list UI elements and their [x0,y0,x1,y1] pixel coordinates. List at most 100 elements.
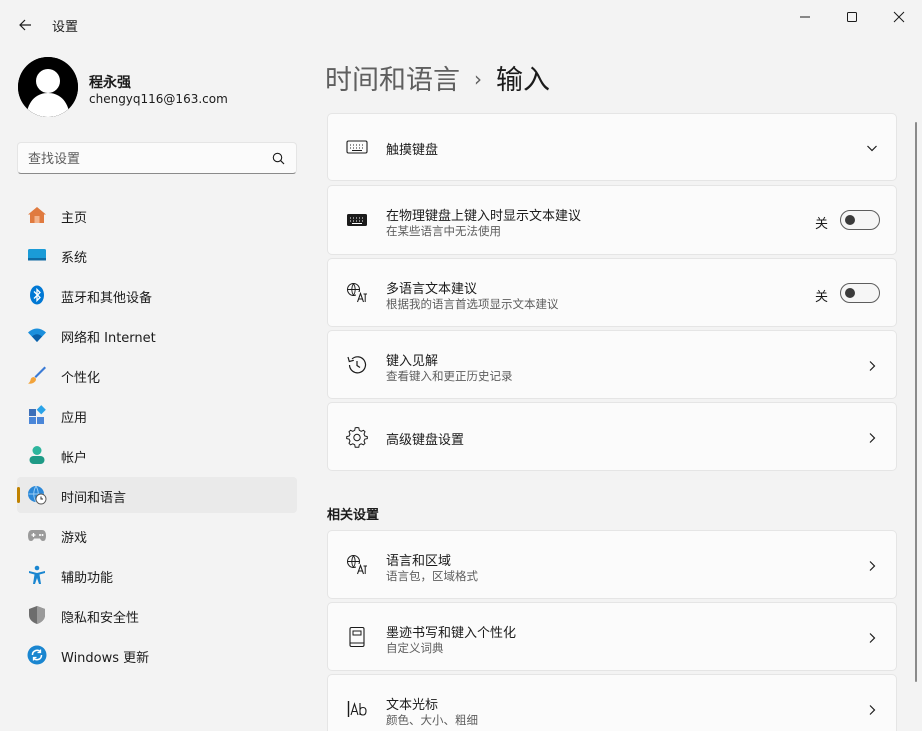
wifi-icon [28,328,46,342]
user-email: chengyq116@163.com [89,92,228,106]
keyboard-outline-icon [346,140,368,154]
physical-keyboard-suggestions-toggle[interactable] [840,210,880,230]
search-box[interactable] [17,142,297,174]
card-title: 高级键盘设置 [386,433,465,448]
sidebar-item-label: 隐私和安全性 [61,611,140,626]
card-subtitle: 查看键入和更正历史记录 [386,369,513,383]
maximize-icon [847,12,857,22]
sidebar-item-personalization[interactable]: 个性化 [17,357,297,393]
card-title: 多语言文本建议 [386,282,478,297]
multilingual-suggestions-card: 多语言文本建议 根据我的语言首选项显示文本建议 关 [327,258,897,327]
sidebar-item-label: 应用 [61,411,88,426]
card-subtitle: 自定义词典 [386,641,444,655]
sidebar-item-home[interactable]: 主页 [17,197,297,233]
active-indicator [17,487,20,503]
touch-keyboard-card[interactable]: 触摸键盘 [327,113,897,181]
close-button[interactable] [876,6,922,28]
sidebar-item-label: 辅助功能 [61,571,114,586]
account-icon [29,446,45,464]
card-subtitle: 在某些语言中无法使用 [386,224,501,238]
breadcrumb-separator: › [474,67,482,91]
brush-icon [28,366,46,384]
breadcrumb: 时间和语言 › 输入 [325,58,550,97]
page-title: 输入 [496,65,550,96]
sidebar-item-label: 网络和 Internet [61,331,156,346]
user-silhouette-icon [18,57,78,117]
home-icon [28,207,46,223]
card-title: 在物理键盘上键入时显示文本建议 [386,209,582,224]
text-cursor-icon [347,701,367,717]
minimize-button[interactable] [782,6,828,28]
chevron-right-icon [869,433,876,443]
card-subtitle: 根据我的语言首选项显示文本建议 [386,297,559,311]
card-title: 键入见解 [386,354,439,369]
advanced-keyboard-settings-card[interactable]: 高级键盘设置 [327,402,897,471]
sidebar-item-label: 主页 [61,211,88,226]
sidebar-item-label: 游戏 [61,531,88,546]
sidebar-item-accessibility[interactable]: 辅助功能 [17,557,297,593]
breadcrumb-parent[interactable]: 时间和语言 [325,65,460,96]
sidebar-item-system[interactable]: 系统 [17,237,297,273]
gear-icon [346,426,368,448]
search-icon[interactable] [272,152,285,165]
card-subtitle: 语言包，区域格式 [386,569,478,583]
history-icon [347,356,367,374]
chevron-right-icon [869,705,876,715]
card-title: 语言和区域 [386,554,452,569]
inking-typing-personalization-card[interactable]: 墨迹书写和键入个性化 自定义词典 [327,602,897,671]
sidebar-item-label: Windows 更新 [61,651,150,666]
back-button[interactable] [10,10,40,40]
app-title: 设置 [52,20,79,35]
sidebar-item-network[interactable]: 网络和 Internet [17,317,297,353]
sidebar-item-label: 个性化 [61,371,101,386]
multilingual-suggestions-toggle[interactable] [840,283,880,303]
sidebar-item-gaming[interactable]: 游戏 [17,517,297,553]
text-cursor-card[interactable]: 文本光标 颜色、大小、粗细 [327,674,897,731]
notebook-icon [349,626,365,648]
chevron-right-icon [869,561,876,571]
toggle-state-label: 关 [814,290,828,305]
card-title: 墨迹书写和键入个性化 [386,626,517,641]
system-icon [28,249,46,261]
search-input[interactable] [28,149,258,169]
language-icon [347,555,367,575]
sidebar-item-apps[interactable]: 应用 [17,397,297,433]
card-title: 文本光标 [386,698,439,713]
sidebar-item-label: 时间和语言 [61,491,127,506]
chevron-right-icon [869,633,876,643]
scrollbar[interactable] [915,122,917,682]
toggle-state-label: 关 [814,217,828,232]
user-name: 程永强 [89,75,131,91]
update-icon [27,645,47,665]
typing-insights-card[interactable]: 键入见解 查看键入和更正历史记录 [327,330,897,399]
language-icon [347,283,367,303]
minimize-icon [800,16,810,18]
arrow-left-icon [19,19,31,31]
sidebar-item-label: 蓝牙和其他设备 [61,291,153,306]
toggle-knob [845,288,855,298]
avatar[interactable] [18,57,78,117]
chevron-down-icon[interactable] [866,142,878,154]
physical-keyboard-suggestions-card: 在物理键盘上键入时显示文本建议 在某些语言中无法使用 关 [327,185,897,255]
accessibility-icon [29,565,45,584]
sidebar-item-windows-update[interactable]: Windows 更新 [17,637,297,673]
shield-icon [29,606,45,624]
sidebar-item-privacy[interactable]: 隐私和安全性 [17,597,297,633]
title-bar: 设置 [0,0,922,48]
apps-icon [29,405,46,424]
sidebar-item-label: 系统 [61,251,88,266]
bluetooth-icon [30,285,44,305]
language-region-card[interactable]: 语言和区域 语言包，区域格式 [327,530,897,599]
card-title: 触摸键盘 [386,143,439,158]
time-language-icon [28,485,47,505]
sidebar-item-accounts[interactable]: 帐户 [17,437,297,473]
toggle-knob [845,215,855,225]
sidebar-item-label: 帐户 [61,451,88,466]
sidebar-item-time-language[interactable]: 时间和语言 [17,477,297,513]
keyboard-filled-icon [347,214,367,226]
related-settings-heading: 相关设置 [327,508,380,523]
card-subtitle: 颜色、大小、粗细 [386,713,478,727]
chevron-right-icon [869,361,876,371]
maximize-button[interactable] [829,6,875,28]
sidebar-item-bluetooth[interactable]: 蓝牙和其他设备 [17,277,297,313]
